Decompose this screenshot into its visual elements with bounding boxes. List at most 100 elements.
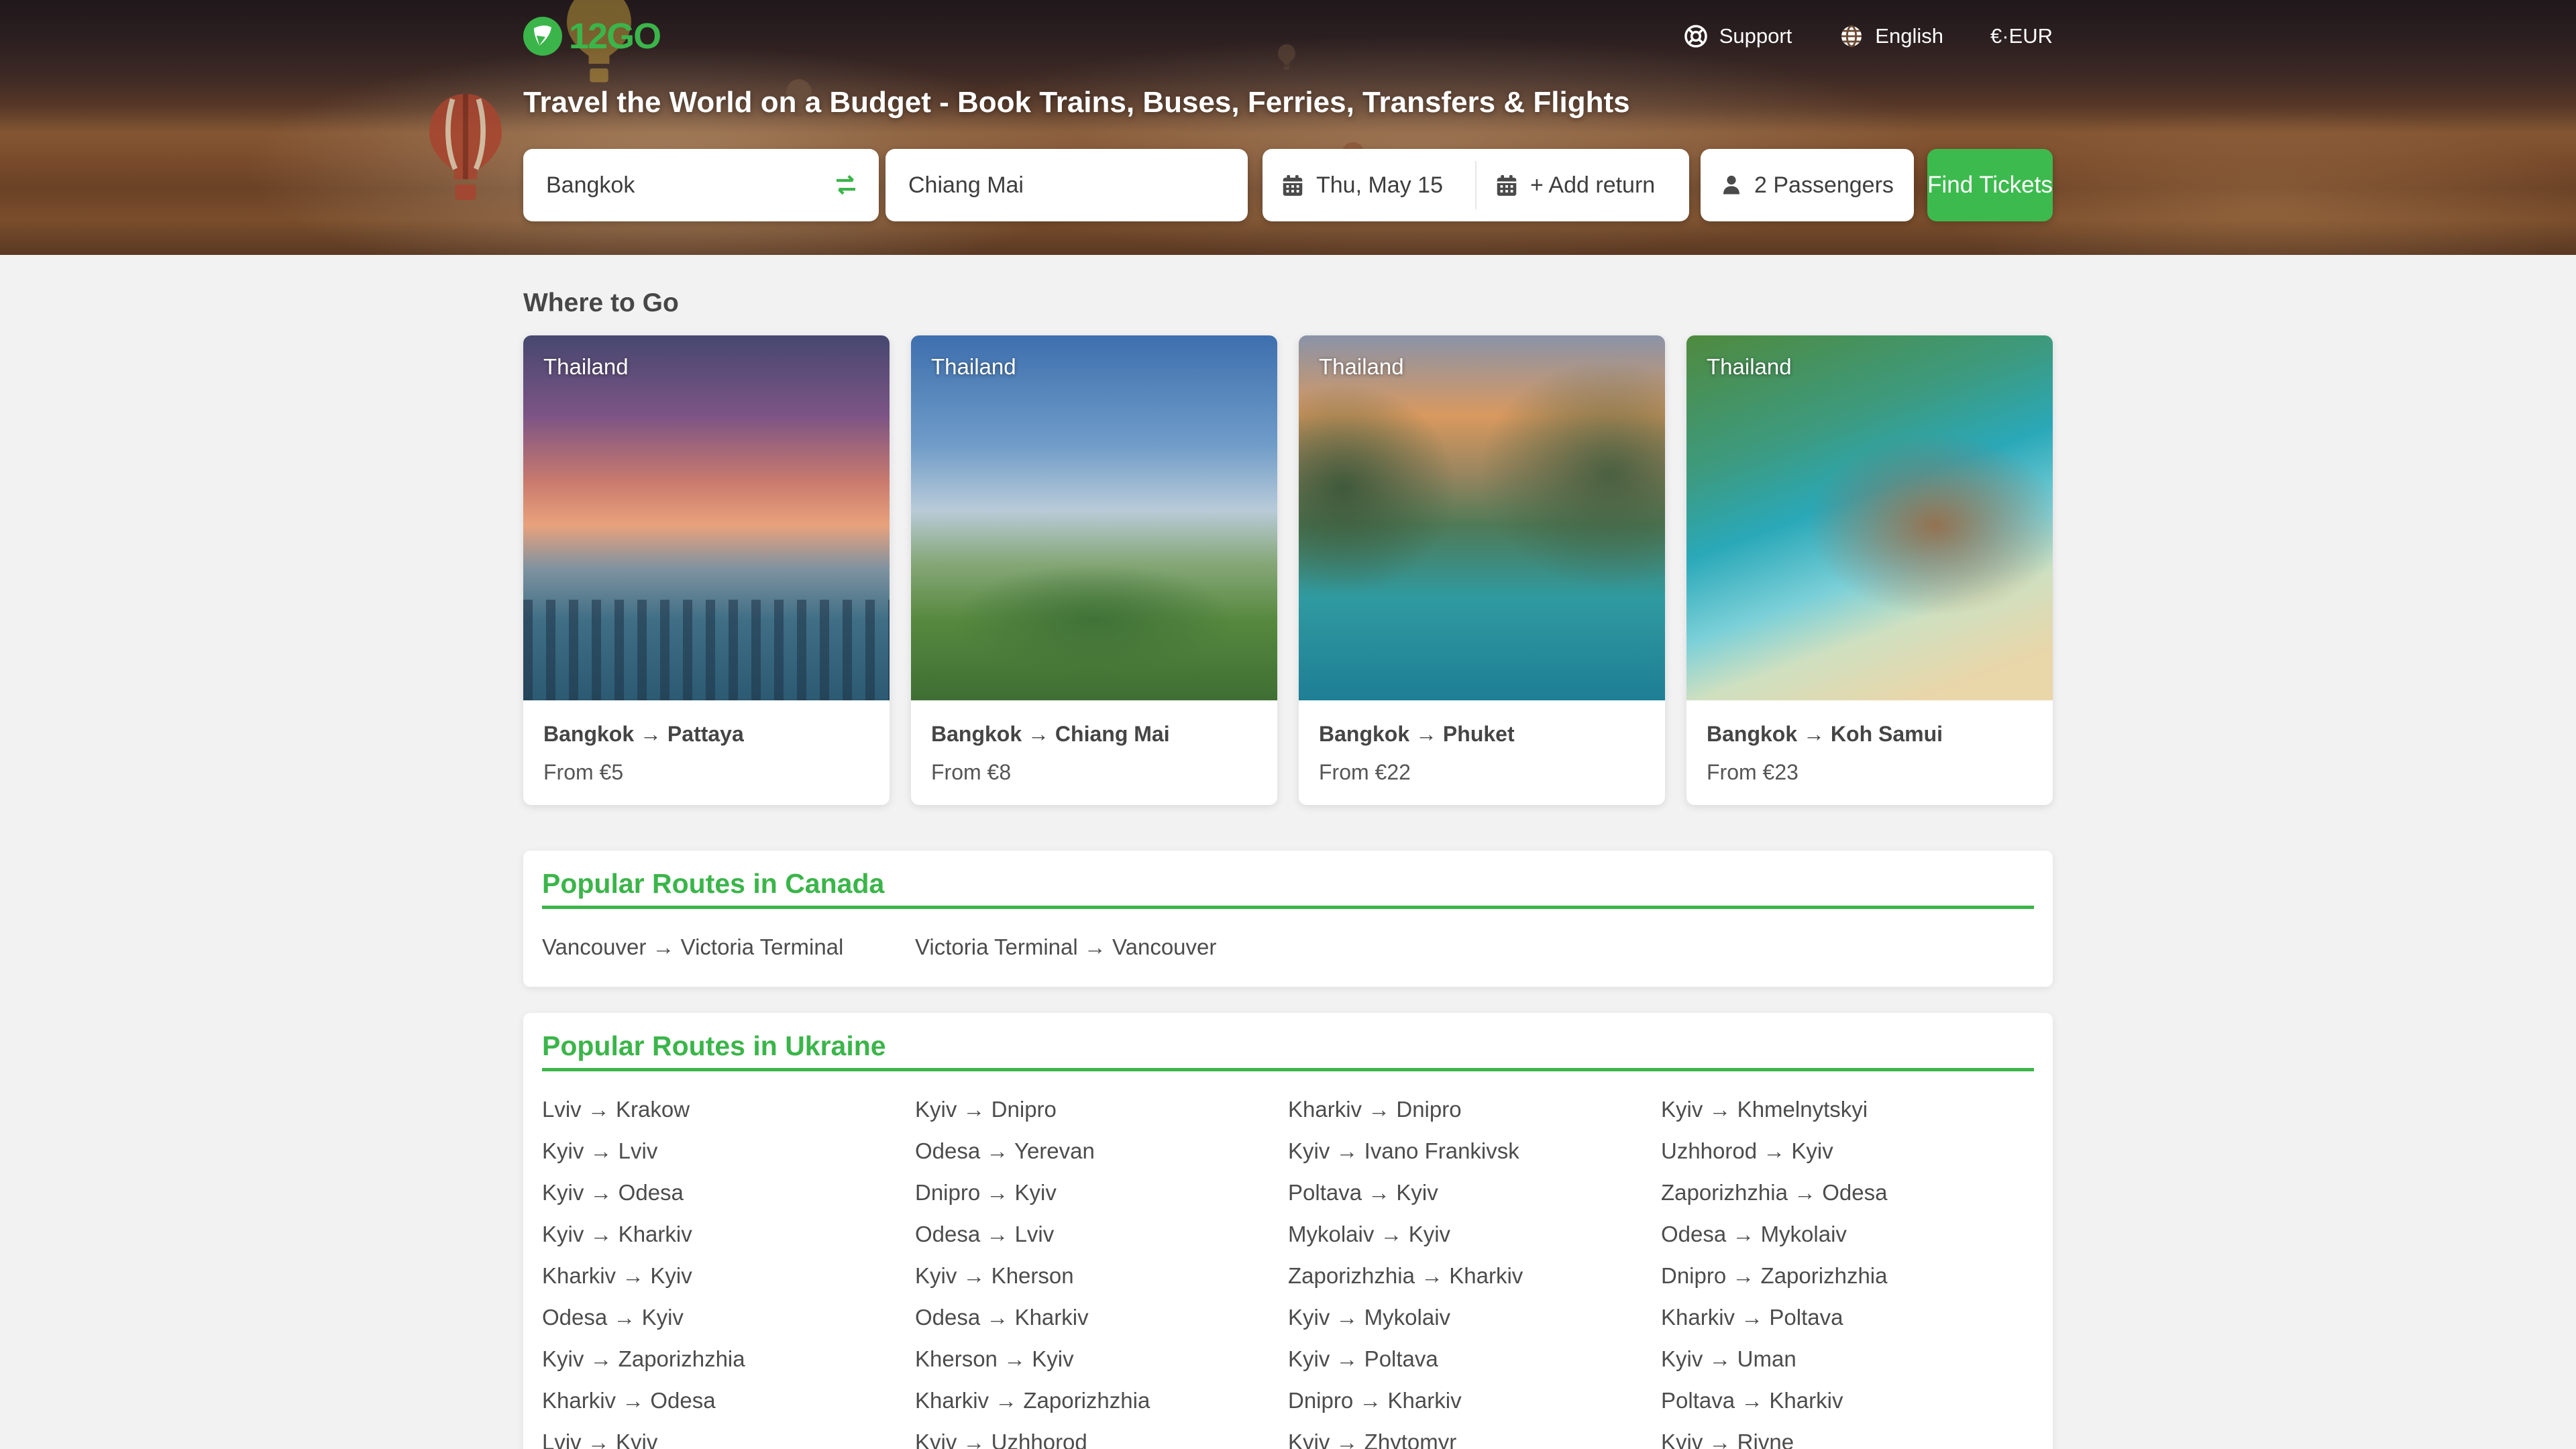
route-link[interactable]: Kherson → Kyiv (915, 1338, 1288, 1380)
card-route-label: Bangkok → Chiang Mai (931, 722, 1257, 747)
green-divider (542, 1068, 2034, 1071)
dates-field: Thu, May 15 + Add return (1263, 149, 1689, 221)
ukraine-routes-grid: Lviv → Krakow Kyiv → Lviv Kyiv → Odesa K… (542, 1089, 2034, 1449)
route-link[interactable]: Kyiv → Odesa (542, 1172, 915, 1214)
route-link[interactable]: Kyiv → Uzhhorod (915, 1421, 1288, 1449)
card-price-label: From €22 (1319, 760, 1645, 785)
canada-routes-grid: Vancouver → Victoria Terminal Victoria T… (542, 926, 2034, 984)
route-link[interactable]: Lviv → Kyiv (542, 1421, 915, 1449)
route-link[interactable]: Kyiv → Kherson (915, 1255, 1288, 1297)
route-link[interactable]: Dnipro → Kyiv (915, 1172, 1288, 1214)
departure-date-field[interactable]: Thu, May 15 (1263, 149, 1475, 221)
route-link[interactable]: Vancouver → Victoria Terminal (542, 926, 915, 968)
ukraine-heading: Popular Routes in Ukraine (542, 1030, 2034, 1061)
route-link[interactable]: Mykolaiv → Kyiv (1288, 1214, 1661, 1255)
route-link[interactable]: Kyiv → Zaporizhzhia (542, 1338, 915, 1380)
green-divider (542, 906, 2034, 909)
destination-photo: Thailand (911, 335, 1277, 700)
route-link[interactable]: Kyiv → Mykolaiv (1288, 1297, 1661, 1338)
route-link[interactable]: Kyiv → Dnipro (915, 1089, 1288, 1130)
route-link[interactable]: Kyiv → Khmelnytskyi (1661, 1089, 2034, 1130)
passengers-field[interactable]: 2 Passengers (1701, 149, 1914, 221)
main-content: Where to Go Thailand Bangkok → Pattaya F… (523, 255, 2053, 1449)
hero-banner: 12GO Support (0, 0, 2576, 255)
route-link[interactable]: Kharkiv → Dnipro (1288, 1089, 1661, 1130)
card-country-label: Thailand (543, 354, 629, 380)
origin-field[interactable] (523, 149, 879, 221)
destination-cards: Thailand Bangkok → Pattaya From €5 Thail… (523, 335, 2053, 805)
page-title: Travel the World on a Budget - Book Trai… (523, 86, 2053, 119)
route-link[interactable]: Odesa → Kharkiv (915, 1297, 1288, 1338)
route-link[interactable]: Kharkiv → Odesa (542, 1380, 915, 1421)
logo-arrow-icon (523, 17, 562, 56)
card-info: Bangkok → Pattaya From €5 (523, 700, 890, 805)
add-return-button[interactable]: + Add return (1477, 149, 1689, 221)
destination-card-koh-samui[interactable]: Thailand Bangkok → Koh Samui From €23 (1686, 335, 2053, 805)
swap-direction-icon[interactable] (832, 171, 860, 199)
route-link[interactable]: Victoria Terminal → Vancouver (915, 926, 1288, 968)
top-bar: 12GO Support (523, 0, 2053, 58)
routes-column: Kyiv → Dnipro Odesa → Yerevan Dnipro → K… (915, 1089, 1288, 1449)
route-link[interactable]: Zaporizhzhia → Odesa (1661, 1172, 2034, 1214)
route-link[interactable]: Kyiv → Kharkiv (542, 1214, 915, 1255)
route-link[interactable]: Odesa → Lviv (915, 1214, 1288, 1255)
route-link[interactable]: Lviv → Krakow (542, 1089, 915, 1130)
globe-icon (1839, 23, 1864, 49)
destination-card-pattaya[interactable]: Thailand Bangkok → Pattaya From €5 (523, 335, 890, 805)
passengers-value: 2 Passengers (1754, 172, 1894, 199)
support-link[interactable]: Support (1683, 23, 1792, 49)
route-link[interactable]: Odesa → Kyiv (542, 1297, 915, 1338)
route-link[interactable]: Kyiv → Poltava (1288, 1338, 1661, 1380)
origin-input[interactable] (546, 172, 801, 199)
route-link[interactable]: Dnipro → Zaporizhzhia (1661, 1255, 2034, 1297)
route-link[interactable]: Poltava → Kharkiv (1661, 1380, 2034, 1421)
card-route-label: Bangkok → Pattaya (543, 722, 869, 747)
route-link[interactable]: Kyiv → Zhytomyr (1288, 1421, 1661, 1449)
route-link[interactable]: Uzhhorod → Kyiv (1661, 1130, 2034, 1172)
route-link[interactable]: Kharkiv → Kyiv (542, 1255, 915, 1297)
destination-field[interactable] (885, 149, 1248, 221)
currency-label: €·EUR (1990, 24, 2053, 48)
card-price-label: From €5 (543, 760, 869, 785)
destination-card-chiang-mai[interactable]: Thailand Bangkok → Chiang Mai From €8 (911, 335, 1277, 805)
card-info: Bangkok → Koh Samui From €23 (1686, 700, 2053, 805)
find-tickets-button[interactable]: Find Tickets (1927, 149, 2053, 221)
hot-air-balloon-icon (429, 94, 502, 200)
route-link[interactable]: Kyiv → Rivne (1661, 1421, 2034, 1449)
support-icon (1683, 23, 1709, 49)
card-route-label: Bangkok → Koh Samui (1707, 722, 2033, 747)
logo[interactable]: 12GO (523, 15, 660, 57)
destination-card-phuket[interactable]: Thailand Bangkok → Phuket From €22 (1299, 335, 1665, 805)
routes-column: Kharkiv → Dnipro Kyiv → Ivano Frankivsk … (1288, 1089, 1661, 1449)
currency-selector[interactable]: €·EUR (1990, 24, 2053, 48)
language-selector[interactable]: English (1839, 23, 1943, 49)
routes-column: Kyiv → Khmelnytskyi Uzhhorod → Kyiv Zapo… (1661, 1089, 2034, 1449)
route-link[interactable]: Kyiv → Ivano Frankivsk (1288, 1130, 1661, 1172)
card-country-label: Thailand (1319, 354, 1404, 380)
route-link[interactable]: Poltava → Kyiv (1288, 1172, 1661, 1214)
route-link[interactable]: Odesa → Yerevan (915, 1130, 1288, 1172)
routes-column: Lviv → Krakow Kyiv → Lviv Kyiv → Odesa K… (542, 1089, 915, 1449)
search-form: Thu, May 15 + Add return (523, 149, 2053, 221)
card-price-label: From €8 (931, 760, 1257, 785)
card-info: Bangkok → Phuket From €22 (1299, 700, 1665, 805)
route-link[interactable]: Kharkiv → Zaporizhzhia (915, 1380, 1288, 1421)
language-label: English (1875, 24, 1943, 48)
passenger-icon (1719, 173, 1743, 197)
route-link[interactable]: Zaporizhzhia → Kharkiv (1288, 1255, 1661, 1297)
popular-routes-ukraine-section: Popular Routes in Ukraine Lviv → Krakow … (523, 1013, 2053, 1449)
route-link[interactable]: Odesa → Mykolaiv (1661, 1214, 2034, 1255)
canada-heading: Popular Routes in Canada (542, 868, 2034, 899)
route-link[interactable]: Kyiv → Uman (1661, 1338, 2034, 1380)
card-price-label: From €23 (1707, 760, 2033, 785)
calendar-icon (1280, 172, 1305, 198)
route-link[interactable]: Kharkiv → Poltava (1661, 1297, 2034, 1338)
logo-text: 12GO (569, 15, 660, 57)
destination-photo: Thailand (523, 335, 890, 700)
card-country-label: Thailand (1707, 354, 1792, 380)
page: 12GO Support (0, 0, 2576, 1449)
route-link[interactable]: Kyiv → Lviv (542, 1130, 915, 1172)
where-to-go-heading: Where to Go (523, 288, 2053, 318)
route-link[interactable]: Dnipro → Kharkiv (1288, 1380, 1661, 1421)
destination-input[interactable] (908, 172, 1225, 199)
